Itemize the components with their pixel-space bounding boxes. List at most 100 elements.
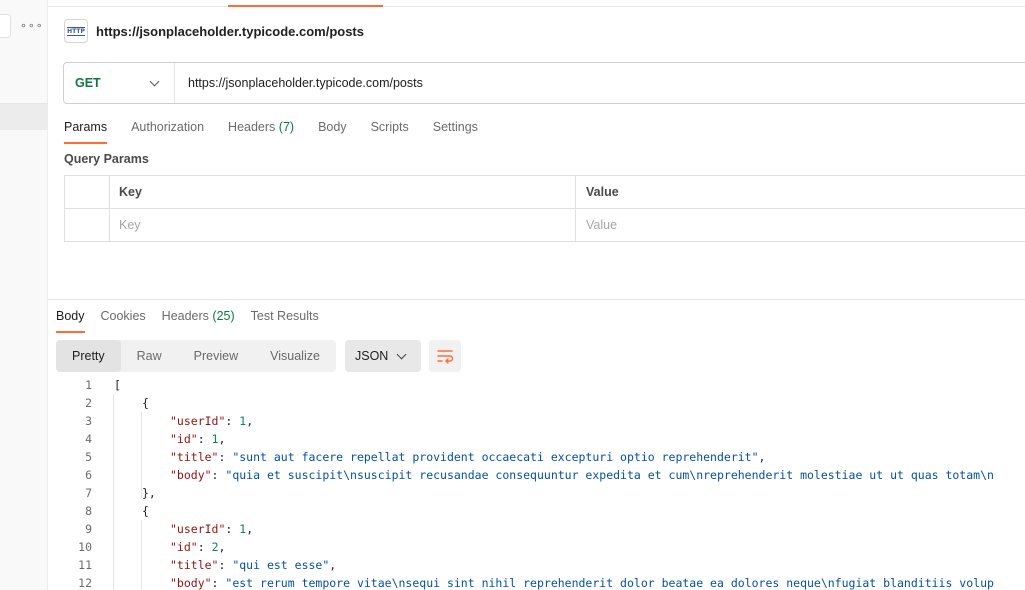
tab-cookies[interactable]: Cookies	[101, 307, 146, 333]
key-column-header: Key	[110, 176, 576, 208]
code-text: "userId": 1,	[170, 412, 253, 430]
json-key: "userId"	[170, 414, 226, 428]
sidebar-selected-item[interactable]	[0, 104, 48, 130]
param-key-input[interactable]: Key	[110, 209, 576, 242]
response-headers-count: (25)	[212, 309, 235, 323]
param-value-input[interactable]: Value	[576, 209, 1025, 242]
table-row: Key Value	[65, 209, 1025, 242]
view-pretty[interactable]: Pretty	[56, 340, 121, 372]
json-punctuation: ,	[246, 414, 254, 428]
view-visualize[interactable]: Visualize	[254, 340, 336, 372]
json-punctuation: :	[218, 558, 233, 572]
value-column-header: Value	[586, 185, 619, 199]
tab-response-body[interactable]: Body	[56, 307, 85, 333]
request-title[interactable]: https://jsonplaceholder.typicode.com/pos…	[96, 24, 364, 39]
code-line: 5 "title": "sunt aut facere repellat prov…	[56, 448, 1025, 466]
json-punctuation: ,	[758, 450, 766, 464]
response-divider[interactable]	[48, 299, 1025, 300]
tab-response-headers[interactable]: Headers (25)	[162, 307, 235, 333]
checkbox-column	[65, 176, 110, 208]
json-punctuation: :	[211, 576, 226, 590]
tab-label: Scripts	[370, 120, 409, 134]
wrap-lines-icon	[437, 350, 454, 364]
tab-label: Headers	[228, 120, 276, 134]
active-request-tab-indicator[interactable]	[228, 5, 383, 7]
tab-label: Cookies	[100, 309, 146, 323]
json-key: "title"	[170, 450, 219, 464]
tab-scripts[interactable]: Scripts	[371, 118, 409, 144]
line-number: 11	[78, 558, 92, 572]
line-number: 6	[85, 468, 92, 482]
chevron-down-icon	[396, 349, 407, 360]
code-line: 12 "body": "est rerum tempore vitae\nsequ…	[56, 574, 1025, 590]
headers-count: (7)	[278, 120, 295, 134]
json-punctuation: :	[225, 522, 240, 536]
tab-label: Body	[56, 309, 85, 323]
json-str: "sunt aut facere repellat provident occa…	[232, 450, 759, 464]
response-tabs: Body Cookies Headers (25) Test Results	[56, 307, 335, 333]
code-line: 9 "userId": 1,	[56, 520, 1025, 538]
url-bar: GET https://jsonplaceholder.typicode.com…	[63, 62, 1025, 104]
more-options-icon[interactable]: ∘∘∘	[20, 19, 44, 32]
line-number: 1	[85, 378, 92, 392]
request-tabs: Params Authorization Headers (7) Body Sc…	[64, 118, 502, 144]
code-text: "title": "qui est esse",	[170, 556, 336, 574]
tab-params[interactable]: Params	[64, 118, 108, 144]
tab-authorization[interactable]: Authorization	[131, 118, 204, 144]
url-input[interactable]: https://jsonplaceholder.typicode.com/pos…	[188, 76, 423, 90]
tab-test-results[interactable]: Test Results	[251, 307, 319, 333]
tab-body[interactable]: Body	[318, 118, 347, 144]
view-preview[interactable]: Preview	[178, 340, 254, 372]
sidebar-collapsed-panel[interactable]	[0, 14, 11, 38]
json-punctuation: :	[197, 540, 212, 554]
table-header-row: Key Value	[65, 176, 1025, 209]
line-number: 10	[78, 540, 92, 554]
code-text: "body": "quia et suscipit\nsuscipit recu…	[170, 466, 994, 484]
tab-label: Test Results	[250, 309, 319, 323]
json-punctuation: },	[142, 486, 156, 500]
row-checkbox-cell	[65, 209, 110, 242]
code-text: "id": 1,	[170, 430, 225, 448]
code-text: [	[114, 376, 121, 394]
response-code-viewer[interactable]: 1[2{3 "userId": 1, 4 "id": 1, 5 "title": "sun…	[56, 376, 1025, 590]
line-number: 3	[85, 414, 92, 428]
json-punctuation: :	[197, 432, 212, 446]
line-number: 5	[85, 450, 92, 464]
code-line: 7},	[56, 484, 1025, 502]
query-params-heading: Query Params	[64, 152, 149, 166]
json-str: "quia et suscipit\nsuscipit recusandae c…	[225, 468, 994, 482]
http-icon: HTTP	[64, 19, 88, 43]
format-dropdown[interactable]: JSON	[345, 340, 421, 372]
tab-headers[interactable]: Headers (7)	[228, 118, 294, 144]
json-key: "id"	[170, 540, 198, 554]
sidebar: ∘∘∘	[0, 0, 48, 590]
view-raw[interactable]: Raw	[121, 340, 178, 372]
line-number: 8	[85, 504, 92, 518]
json-punctuation: :	[225, 414, 240, 428]
code-line: 4 "id": 1,	[56, 430, 1025, 448]
line-number: 7	[85, 486, 92, 500]
wrap-lines-button[interactable]	[429, 340, 461, 372]
json-punctuation: ,	[218, 540, 226, 554]
line-number: 2	[85, 396, 92, 410]
code-line: 2{	[56, 394, 1025, 412]
json-punctuation: :	[211, 468, 226, 482]
tab-label: Headers	[161, 309, 209, 323]
tab-settings[interactable]: Settings	[433, 118, 478, 144]
json-punctuation: ,	[329, 558, 337, 572]
code-line: 1[	[56, 376, 1025, 394]
json-punctuation: [	[114, 378, 121, 392]
code-text: "userId": 1,	[170, 520, 253, 538]
json-key: "userId"	[170, 522, 226, 536]
code-line: 11 "title": "qui est esse",	[56, 556, 1025, 574]
json-num: 1	[211, 432, 219, 446]
method-label: GET	[75, 76, 101, 90]
json-str: "est rerum tempore vitae\nsequi sint nih…	[225, 576, 994, 590]
method-dropdown[interactable]: GET	[64, 63, 175, 103]
json-key: "title"	[170, 558, 219, 572]
tab-label: Authorization	[131, 120, 205, 134]
json-key: "id"	[170, 432, 198, 446]
tab-label: Body	[318, 120, 347, 134]
code-text: {	[142, 502, 149, 520]
code-line: 6 "body": "quia et suscipit\nsuscipit rec…	[56, 466, 1025, 484]
